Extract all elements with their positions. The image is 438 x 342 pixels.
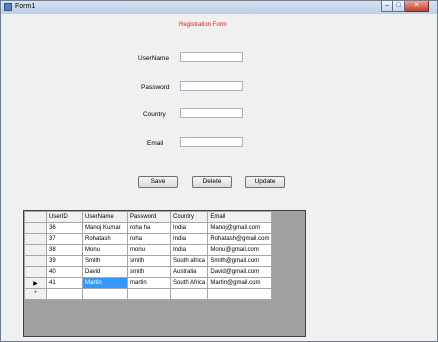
grid-table: UserID UserName Password Country Email 3…: [24, 211, 273, 300]
cell-userid[interactable]: 36: [46, 222, 83, 234]
cell-email[interactable]: David@gmail.com: [207, 266, 273, 278]
cell-country[interactable]: India: [169, 233, 209, 245]
new-cell-username[interactable]: [82, 288, 128, 300]
new-cell-userid[interactable]: [46, 288, 83, 300]
title-bar[interactable]: Form1 – □ ✕: [1, 1, 437, 14]
cell-password[interactable]: martin: [127, 277, 171, 289]
cell-country[interactable]: South Africa: [169, 277, 209, 289]
new-row[interactable]: *: [24, 288, 273, 300]
row-header[interactable]: [24, 244, 47, 256]
cell-username[interactable]: Manoj Kumar: [82, 222, 128, 234]
cell-password[interactable]: monu: [127, 244, 171, 256]
main-window: Form1 – □ ✕ Registration Form UserName P…: [0, 0, 438, 342]
app-icon: [4, 3, 12, 11]
cell-username[interactable]: Monu: [82, 244, 128, 256]
cell-email[interactable]: Martin@gmail.com: [207, 277, 273, 289]
column-header-userid[interactable]: UserID: [46, 211, 83, 223]
minimize-button[interactable]: –: [381, 1, 393, 12]
column-header-email[interactable]: Email: [207, 211, 273, 223]
row-header-corner: [24, 211, 47, 223]
cell-password[interactable]: roha ha: [127, 222, 171, 234]
cell-userid[interactable]: 40: [46, 266, 83, 278]
cell-email[interactable]: Monu@gmail.com: [207, 244, 273, 256]
table-row[interactable]: 39 Smith smith South africa Smith@gmail.…: [24, 255, 273, 267]
column-header-password[interactable]: Password: [127, 211, 171, 223]
username-label: UserName: [138, 55, 170, 62]
cell-country[interactable]: India: [169, 244, 209, 256]
form-title: Registration Form: [179, 22, 227, 28]
cell-email[interactable]: Manoj@gmail.com: [207, 222, 273, 234]
cell-userid[interactable]: 37: [46, 233, 83, 245]
cell-country[interactable]: South africa: [169, 255, 209, 267]
current-row-indicator[interactable]: ▶: [24, 277, 47, 289]
table-row[interactable]: 38 Monu monu India Monu@gmail.com: [24, 244, 273, 256]
cell-username-selected[interactable]: Martin: [82, 277, 128, 289]
cell-username[interactable]: Smith: [82, 255, 128, 267]
cell-password[interactable]: smith: [127, 266, 171, 278]
password-label: Password: [141, 84, 170, 91]
cell-userid[interactable]: 38: [46, 244, 83, 256]
new-row-indicator[interactable]: *: [24, 288, 47, 300]
grid-header-row: UserID UserName Password Country Email: [24, 211, 273, 223]
close-button[interactable]: ✕: [405, 1, 429, 12]
username-field[interactable]: [180, 52, 243, 62]
table-row[interactable]: 40 David smith Australia David@gmail.com: [24, 266, 273, 278]
window-title: Form1: [15, 3, 36, 10]
delete-button[interactable]: Delete: [192, 176, 232, 188]
table-row[interactable]: 36 Manoj Kumar roha ha India Manoj@gmail…: [24, 222, 273, 234]
password-field[interactable]: [180, 81, 243, 91]
cell-password[interactable]: roha: [127, 233, 171, 245]
table-row[interactable]: ▶ 41 Martin martin South Africa Martin@g…: [24, 277, 273, 289]
cell-email[interactable]: Rohatash@gmail.com: [207, 233, 273, 245]
column-header-country[interactable]: Country: [169, 211, 209, 223]
cell-country[interactable]: Australia: [169, 266, 209, 278]
update-button[interactable]: Update: [245, 176, 285, 188]
email-label: Email: [147, 140, 164, 147]
data-grid[interactable]: UserID UserName Password Country Email 3…: [23, 210, 306, 337]
cell-username[interactable]: Rohatash: [82, 233, 128, 245]
cell-userid[interactable]: 39: [46, 255, 83, 267]
new-cell-password[interactable]: [127, 288, 171, 300]
column-header-username[interactable]: UserName: [82, 211, 128, 223]
cell-country[interactable]: India: [169, 222, 209, 234]
row-header[interactable]: [24, 233, 47, 245]
country-field[interactable]: [180, 108, 243, 118]
row-header[interactable]: [24, 266, 47, 278]
table-row[interactable]: 37 Rohatash roha India Rohatash@gmail.co…: [24, 233, 273, 245]
save-button[interactable]: Save: [138, 176, 178, 188]
cell-userid[interactable]: 41: [46, 277, 83, 289]
cell-username[interactable]: David: [82, 266, 128, 278]
cell-email[interactable]: Smith@gmail.com: [207, 255, 273, 267]
email-field[interactable]: [180, 137, 243, 147]
row-header[interactable]: [24, 255, 47, 267]
cell-password[interactable]: smith: [127, 255, 171, 267]
new-cell-country[interactable]: [169, 288, 209, 300]
new-cell-email[interactable]: [207, 288, 273, 300]
country-label: Country: [143, 111, 166, 118]
row-header[interactable]: [24, 222, 47, 234]
maximize-button[interactable]: □: [393, 1, 405, 12]
